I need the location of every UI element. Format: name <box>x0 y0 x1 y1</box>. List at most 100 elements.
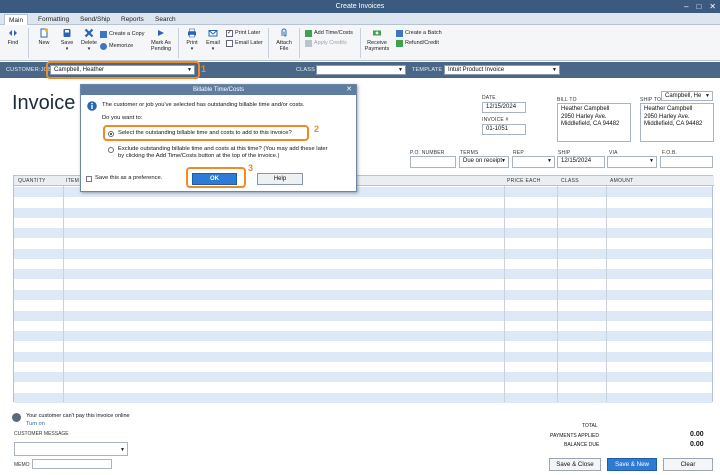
option-exclude-label[interactable]: Exclude outstanding billable time and co… <box>118 146 328 160</box>
paperclip-icon <box>281 28 287 37</box>
table-row[interactable] <box>14 269 712 280</box>
invoice-number-label: INVOICE # <box>482 117 509 123</box>
table-row[interactable] <box>14 320 712 331</box>
save-button[interactable]: Save ▾ <box>57 28 77 52</box>
class-select[interactable]: ▼ <box>316 65 406 75</box>
chevron-down-icon: ▾ <box>87 46 91 52</box>
ship-date-field[interactable]: 12/15/2024 <box>557 156 605 168</box>
email-later-checkbox[interactable]: Email Later <box>226 39 263 47</box>
turn-on-link[interactable]: Turn on <box>26 421 45 427</box>
memo-field[interactable] <box>32 459 112 469</box>
po-number-field[interactable] <box>410 156 456 168</box>
dialog-question: Do you want to: <box>102 115 143 121</box>
rep-select[interactable]: ▼ <box>512 156 555 168</box>
delete-button[interactable]: Delete ▾ <box>79 28 99 52</box>
total-label: TOTAL <box>582 423 598 429</box>
chevron-down-icon: ▼ <box>552 67 557 73</box>
table-row[interactable] <box>14 197 712 208</box>
via-select[interactable]: ▼ <box>607 156 657 168</box>
bill-to-address[interactable]: Heather Campbell 2950 Harley Ave. Middle… <box>557 103 631 142</box>
dialog-close-icon[interactable]: ✕ <box>346 85 352 95</box>
ribbon-toolbar: Find New Save ▾ Delete ▾ Create a Copy M… <box>0 25 720 61</box>
tab-search[interactable]: Search <box>151 14 180 25</box>
column-quantity: QUANTITY <box>18 178 46 184</box>
chevron-down-icon: ▼ <box>705 93 710 99</box>
save-new-button[interactable]: Save & New <box>607 458 657 471</box>
tab-reports[interactable]: Reports <box>117 14 148 25</box>
annotation-number-3: 3 <box>248 163 254 173</box>
new-document-icon <box>40 28 49 38</box>
table-row[interactable] <box>14 279 712 290</box>
class-label: CLASS <box>296 67 316 73</box>
save-preference-label: Save this as a preference. <box>95 175 163 181</box>
chevron-down-icon: ▾ <box>65 46 69 52</box>
pending-icon <box>158 30 164 36</box>
table-row[interactable] <box>14 217 712 228</box>
template-label: TEMPLATE <box>412 67 443 73</box>
table-row[interactable] <box>14 238 712 249</box>
terms-select[interactable]: Due on receipt ▼ <box>459 156 509 168</box>
maximize-icon[interactable]: □ <box>696 2 701 11</box>
table-row[interactable] <box>14 259 712 270</box>
online-payment-notice: Your customer can't pay this invoice onl… <box>26 413 130 419</box>
table-row[interactable] <box>14 290 712 300</box>
table-row[interactable] <box>14 300 712 311</box>
create-copy-button[interactable]: Create a Copy <box>100 30 144 38</box>
table-row[interactable] <box>14 331 712 342</box>
column-amount: AMOUNT <box>610 178 634 184</box>
table-row[interactable] <box>14 393 712 403</box>
table-row[interactable] <box>14 341 712 352</box>
line-items-table[interactable]: QUANTITY ITEM PRICE EACH CLASS AMOUNT <box>13 175 714 403</box>
table-row[interactable] <box>14 248 712 259</box>
annotation-number-1: 1 <box>201 64 207 74</box>
date-field[interactable]: 12/15/2024 <box>482 102 526 113</box>
table-row[interactable] <box>14 362 712 373</box>
attach-file-button[interactable]: Attach File <box>273 28 295 52</box>
ship-to-select[interactable]: Campbell, He ▼ <box>661 91 713 101</box>
minimize-icon[interactable]: – <box>684 2 688 11</box>
table-row[interactable] <box>14 228 712 239</box>
memorize-icon <box>100 42 107 50</box>
table-row[interactable] <box>14 310 712 321</box>
mark-as-pending-button[interactable]: Mark As Pending <box>148 28 174 52</box>
copy-icon <box>100 30 107 38</box>
customer-message-select[interactable]: ▼ <box>14 442 128 456</box>
table-row[interactable] <box>14 382 712 393</box>
print-later-checkbox[interactable]: ✓ Print Later <box>226 29 260 37</box>
clear-button[interactable]: Clear <box>663 458 713 471</box>
email-button[interactable]: Email ▾ <box>204 28 222 52</box>
print-button[interactable]: Print ▾ <box>183 28 201 52</box>
create-batch-button[interactable]: Create a Batch <box>396 29 442 37</box>
column-class: CLASS <box>561 178 579 184</box>
fob-field[interactable] <box>660 156 713 168</box>
save-preference-checkbox[interactable] <box>86 176 92 182</box>
info-icon <box>87 101 97 111</box>
new-button[interactable]: New <box>34 28 54 46</box>
apply-credits-button[interactable]: Apply Credits <box>305 39 347 47</box>
ribbon-tabs: Main Formatting Send/Ship Reports Search <box>0 13 720 25</box>
table-row[interactable] <box>14 207 712 218</box>
dialog-message: The customer or job you've selected has … <box>102 102 305 108</box>
help-button[interactable]: Help <box>257 173 303 185</box>
refund-credit-button[interactable]: Refund/Credit <box>396 39 439 47</box>
memorize-button[interactable]: Memorize <box>100 42 133 50</box>
ship-to-address[interactable]: Heather Campbell 2950 Harley Ave. Middle… <box>640 103 714 142</box>
invoice-number-field[interactable]: 01-1051 <box>482 124 526 135</box>
dialog-title: Billable Time/Costs <box>81 85 356 95</box>
option-exclude-radio[interactable] <box>108 147 114 153</box>
save-close-button[interactable]: Save & Close <box>549 458 601 471</box>
add-time-costs-button[interactable]: Add Time/Costs <box>305 29 353 37</box>
receive-payments-button[interactable]: Receive Payments <box>364 28 390 52</box>
table-row[interactable] <box>14 372 712 383</box>
find-arrows-icon <box>9 30 17 36</box>
tab-send-ship[interactable]: Send/Ship <box>76 14 114 25</box>
window-title: Create Invoices <box>335 3 385 10</box>
tab-formatting[interactable]: Formatting <box>34 14 73 25</box>
close-icon[interactable]: ✕ <box>709 2 716 11</box>
memo-label: MEMO <box>14 462 30 468</box>
tab-main[interactable]: Main <box>4 14 29 25</box>
template-select[interactable]: Intuit Product Invoice ▼ <box>444 65 560 75</box>
table-row[interactable] <box>14 351 712 362</box>
find-button[interactable]: Find <box>5 28 21 46</box>
balance-due-label: BALANCE DUE <box>564 442 600 448</box>
